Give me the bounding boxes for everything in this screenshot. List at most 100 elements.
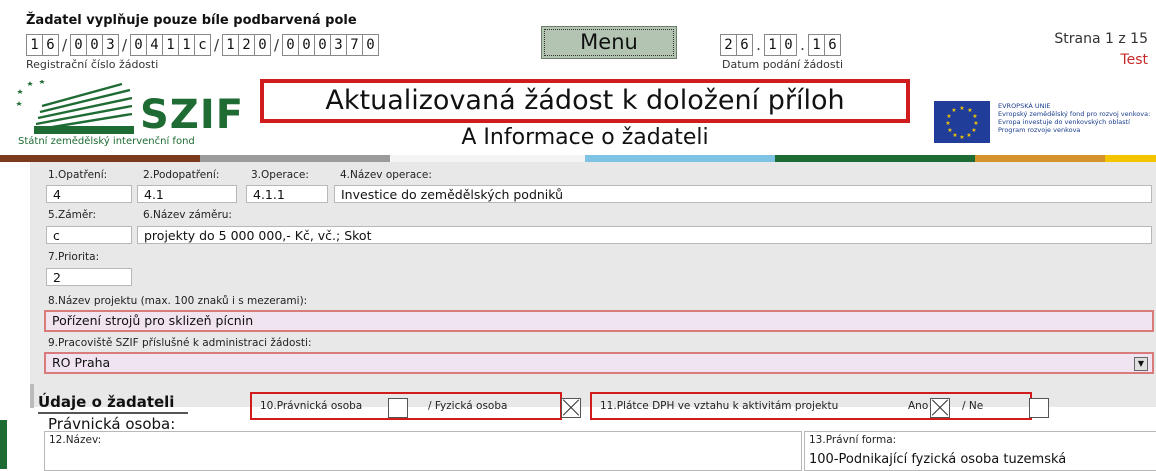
date-group: 16 [808,34,841,56]
nazev-operace-label: 4.Název operace: [340,169,432,181]
registration-digit: 1 [26,34,42,56]
szif-logo-icon [16,80,134,134]
registration-group: 120 [222,34,271,56]
registration-digit: 0 [254,34,271,56]
date-separator: . [756,36,761,54]
date-digit: 6 [824,34,841,56]
opatreni-label: 1.Opatření: [48,169,108,181]
registration-separator: / [213,36,220,54]
registration-digit: 3 [330,34,346,56]
eu-line-1: EVROPSKÁ UNIE [998,102,1051,110]
zamer-field: c [46,226,132,244]
eu-line-4: Program rozvoje venkova [998,126,1081,134]
color-bar-segment [1105,155,1156,162]
color-bar-segment [975,155,1105,162]
priorita-label: 7.Priorita: [48,251,100,263]
pravni-forma-value: 100-Podnikající fyzická osoba tuzemská [809,452,1067,467]
podopatreni-field: 4.1 [137,185,237,203]
registration-separator: / [61,36,68,54]
svg-text:★: ★ [972,113,977,120]
svg-text:★: ★ [951,107,956,114]
registration-digit: 1 [222,34,238,56]
ne-label: / Ne [962,400,984,412]
date-group: 26 [720,34,753,56]
date-group: 10 [764,34,797,56]
svg-text:★: ★ [966,132,971,139]
date-digit: 1 [808,34,824,56]
registration-digit: 0 [298,34,314,56]
eu-program-text: EVROPSKÁ UNIE Evropský zemědělský fond p… [998,102,1156,134]
color-bar-segment [585,155,775,162]
registration-digit: 0 [282,34,298,56]
operace-label: 3.Operace: [251,169,309,181]
section-subtitle: A Informace o žadateli [461,125,709,150]
pravnicka-osoba-checkbox[interactable] [388,397,408,418]
registration-digit: 1 [162,34,178,56]
pracoviste-value: RO Praha [52,355,111,370]
svg-text:★: ★ [959,134,964,141]
registration-group: 0411c [130,34,211,56]
registration-separator: / [273,36,280,54]
ano-label: Ano [908,400,929,412]
date-digit: 6 [736,34,753,56]
date-digit: 2 [720,34,736,56]
registration-digit: 0 [314,34,330,56]
legal-person-group: 10.Právnická osoba / Fyzická osoba [250,392,582,420]
registration-digit: c [194,34,211,56]
registration-separator: / [121,36,128,54]
pravni-forma-field: 13.Právní forma: 100-Podnikající fyzická… [804,431,1156,471]
registration-digit: 6 [42,34,59,56]
registration-digit: 2 [238,34,254,56]
registration-group: 000370 [282,34,379,56]
registration-digit: 0 [130,34,146,56]
svg-text:★: ★ [952,132,957,139]
pracoviste-label: 9.Pracoviště SZIF příslušné k administra… [48,337,312,349]
zamer-label: 5.Záměr: [48,209,97,221]
color-bar-segment [775,155,975,162]
nazev-label: 12.Název: [49,434,102,446]
registration-number: 1 6/0 0 3/0 4 1 1 c/1 2 0/0 0 0 3 7 0 [26,34,379,56]
platce-dph-label: 11.Plátce DPH ve vztahu k aktivitám proj… [600,400,839,412]
registration-digit: 7 [346,34,362,56]
nazev-field: 12.Název: [44,431,802,471]
nazev-projektu-input[interactable]: Pořízení strojů pro sklizeň pícnin [44,310,1154,332]
pravni-forma-label: 13.Právní forma: [809,434,897,446]
pracoviste-select[interactable]: RO Praha ▼ [44,352,1154,374]
svg-text:★: ★ [947,127,952,134]
submission-date: 26.10.16 [720,34,841,56]
vat-payer-group: 11.Plátce DPH ve vztahu k aktivitám proj… [590,392,1050,420]
nazev-zameru-label: 6.Název záměru: [143,209,232,221]
podopatreni-label: 2.Podopatření: [143,169,220,181]
brand-color-bar [0,155,1156,162]
pravnicka-osoba-label: 10.Právnická osoba [260,400,363,412]
dropdown-arrow-icon[interactable]: ▼ [1134,357,1148,371]
applicant-section-title: Údaje o žadateli [38,393,175,411]
ne-checkbox[interactable] [1029,397,1050,418]
eu-flag-icon: ★ ★ ★ ★ ★ ★ ★ ★ ★ ★ ★ ★ [934,101,990,143]
priorita-field: 2 [46,268,132,286]
registration-digit: 0 [362,34,379,56]
registration-digit: 3 [102,34,119,56]
szif-logo-text: SZIF [140,92,245,138]
svg-text:★: ★ [959,105,964,112]
fill-instruction: Žadatel vyplňuje pouze bíle podbarvená p… [26,13,357,28]
fyzicka-osoba-label: / Fyzická osoba [428,400,508,412]
fyzicka-osoba-checkbox[interactable] [561,397,582,418]
section-underline [38,412,188,414]
svg-text:★: ★ [946,113,951,120]
ano-checkbox[interactable] [930,397,950,418]
date-digit: 0 [780,34,797,56]
color-bar-segment [390,155,585,162]
submission-date-label: Datum podání žádosti [722,58,843,71]
registration-digit: 0 [70,34,86,56]
nazev-zameru-field: projekty do 5 000 000,- Kč, vč.; Skot [137,226,1152,244]
opatreni-field: 4 [46,185,132,203]
registration-digit: 0 [86,34,102,56]
svg-text:★: ★ [945,120,950,127]
szif-logo-subtitle: Státní zemědělský intervenční fond [18,136,195,147]
menu-button[interactable]: Menu [541,26,677,59]
section-marker [30,384,34,408]
test-badge: Test [1120,52,1148,68]
color-bar-segment [0,155,200,162]
registration-number-label: Registrační číslo žádosti [26,58,159,71]
